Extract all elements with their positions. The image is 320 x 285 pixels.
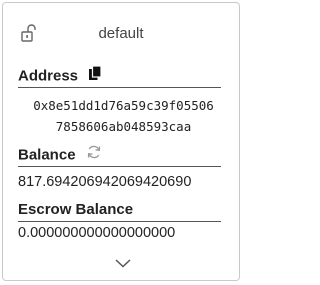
address-line-1: 0x8e51dd1d76a59c39f05506 — [33, 98, 214, 113]
escrow-balance-label: Escrow Balance — [18, 201, 134, 218]
escrow-balance-value: 0.000000000000000000 — [18, 225, 176, 241]
balance-value: 817.694206942069420690 — [18, 174, 192, 190]
address-line-2: 7858606ab048593caa — [55, 119, 192, 134]
escrow-balance-header: Escrow Balance — [18, 199, 221, 222]
balance-label: Balance — [18, 146, 76, 164]
chevron-down-icon[interactable] — [114, 256, 132, 268]
copy-icon[interactable] — [88, 65, 102, 88]
account-name: default — [98, 25, 144, 42]
balance-header: Balance — [18, 144, 221, 167]
address-value: 0x8e51dd1d76a59c39f05506 7858606ab048593… — [18, 95, 229, 137]
address-label: Address — [18, 67, 79, 85]
refresh-icon[interactable] — [86, 144, 102, 167]
account-card: default Address 0x8e51dd1d76a59c39f05506… — [2, 2, 240, 281]
address-header: Address — [18, 65, 221, 88]
